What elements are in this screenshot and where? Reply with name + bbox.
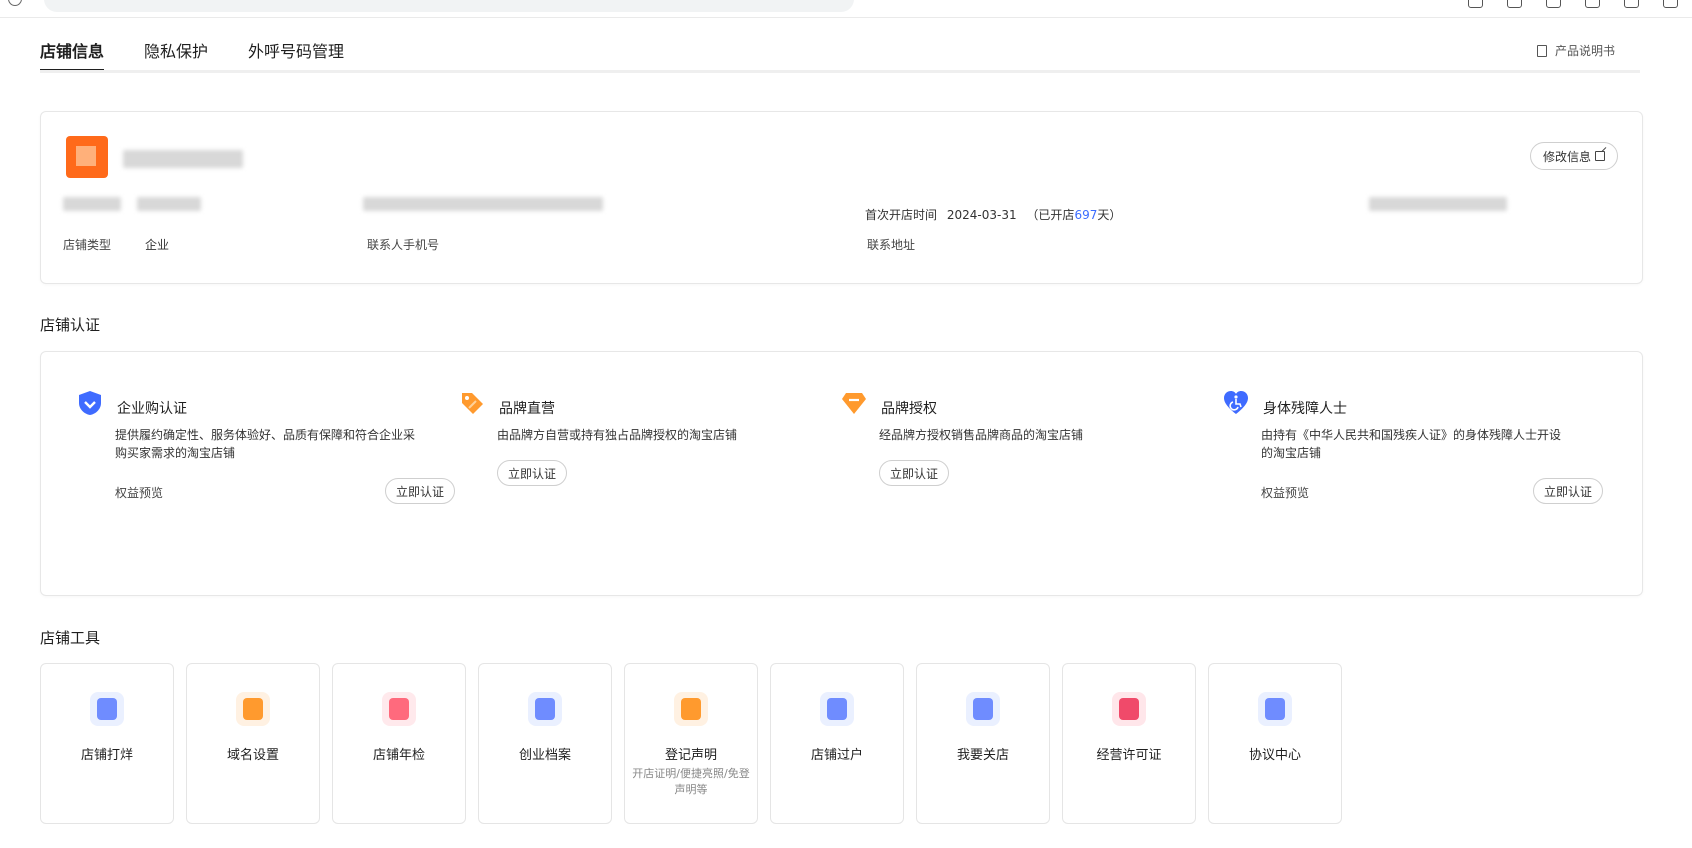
edit-info-label: 修改信息 — [1542, 149, 1591, 164]
shop-type-value: 企业 — [145, 238, 170, 252]
cert-desc: 提供履约确定性、服务体验好、品质有保障和符合企业采购买家需求的淘宝店铺 — [115, 428, 416, 460]
cert-title: 身体残障人士 — [1263, 401, 1347, 417]
tools-section-title: 店铺工具 — [40, 629, 101, 647]
tool-label: 店铺打烊 — [80, 748, 133, 763]
toolbar-icon-5[interactable] — [1624, 0, 1639, 8]
benefit-preview-link[interactable]: 权益预览 — [115, 484, 163, 501]
toolbar-icon-4[interactable] — [1585, 0, 1600, 8]
browser-top-bar — [0, 0, 1692, 18]
contact-phone-label: 联系人手机号 — [367, 238, 440, 252]
tool-store-transfer[interactable]: 店铺过户 — [770, 663, 904, 824]
tool-label: 协议中心 — [1248, 748, 1301, 763]
tab-underline — [40, 70, 1640, 73]
tool-label: 创业档案 — [518, 748, 571, 763]
browser-toolbar-icons — [1468, 0, 1678, 8]
license-folder-icon — [1112, 692, 1146, 726]
registration-icon — [674, 692, 708, 726]
tool-startup-archive[interactable]: 创业档案 — [478, 663, 612, 824]
blurred-value-2 — [137, 197, 201, 211]
tab-outbound-number[interactable]: 外呼号码管理 — [248, 38, 344, 72]
product-manual-label: 产品说明书 — [1555, 44, 1616, 58]
external-link-icon — [1595, 151, 1605, 161]
shop-info-card: 修改信息 首次开店时间 2024-03-31 （已开店697天） 店铺类型 企业… — [40, 111, 1643, 284]
tool-registration-statement[interactable]: 登记声明 开店证明/便捷亮照/免登声明等 — [624, 663, 758, 824]
open-time-label: 首次开店时间 — [865, 208, 938, 222]
product-manual-link[interactable]: 产品说明书 — [1537, 42, 1615, 59]
toolbar-icon-3[interactable] — [1546, 0, 1561, 8]
cert-desc: 经品牌方授权销售品牌商品的淘宝店铺 — [879, 428, 1084, 442]
open-days-count: 697 — [1074, 208, 1098, 222]
certify-button[interactable]: 立即认证 — [1533, 478, 1604, 504]
tool-store-close[interactable]: 店铺打烊 — [40, 663, 174, 824]
tool-business-license[interactable]: 经营许可证 — [1062, 663, 1196, 824]
certify-button[interactable]: 立即认证 — [879, 460, 950, 486]
tool-agreement-center[interactable]: 协议中心 — [1208, 663, 1342, 824]
tool-label: 登记声明 — [664, 748, 717, 763]
store-close-icon — [90, 692, 124, 726]
agreement-icon — [1258, 692, 1292, 726]
certification-card: 企业购认证 提供履约确定性、服务体验好、品质有保障和符合企业采购买家需求的淘宝店… — [40, 351, 1643, 596]
archive-icon — [528, 692, 562, 726]
shield-check-icon — [79, 391, 101, 415]
address-bar[interactable] — [44, 0, 854, 12]
tool-label: 店铺年检 — [372, 748, 425, 763]
tool-label: 域名设置 — [226, 748, 279, 763]
cert-title: 企业购认证 — [117, 401, 187, 417]
open-days-prefix: （已开店 — [1026, 208, 1075, 222]
open-time-line: 首次开店时间 2024-03-31 （已开店697天） — [865, 206, 1121, 223]
inspection-shield-icon — [382, 692, 416, 726]
certify-button[interactable]: 立即认证 — [385, 478, 456, 504]
diamond-icon — [842, 393, 866, 414]
tool-domain-settings[interactable]: 域名设置 — [186, 663, 320, 824]
shop-logo — [66, 136, 108, 178]
tag-icon — [462, 393, 483, 414]
certification-section-title: 店铺认证 — [40, 316, 101, 334]
cert-desc: 由品牌方自营或持有独占品牌授权的淘宝店铺 — [497, 428, 738, 442]
tool-close-shop[interactable]: 我要关店 — [916, 663, 1050, 824]
contact-address-label: 联系地址 — [867, 238, 916, 252]
tab-shop-info[interactable]: 店铺信息 — [40, 38, 105, 72]
cert-title: 品牌直营 — [499, 401, 555, 417]
shop-type-label: 店铺类型 — [63, 238, 112, 252]
edit-info-button[interactable]: 修改信息 — [1529, 142, 1618, 170]
blurred-address — [1369, 197, 1507, 211]
open-time-value: 2024-03-31 — [946, 208, 1017, 222]
toolbar-icon-6[interactable] — [1663, 0, 1678, 8]
blurred-phone — [363, 197, 603, 211]
refresh-icon[interactable] — [8, 0, 22, 6]
toolbar-icon-1[interactable] — [1468, 0, 1483, 8]
book-icon — [1537, 44, 1547, 57]
certify-button[interactable]: 立即认证 — [497, 460, 568, 486]
tool-label: 店铺过户 — [810, 748, 863, 763]
tool-label: 我要关店 — [956, 748, 1009, 763]
toolbar-icon-2[interactable] — [1507, 0, 1522, 8]
close-shop-icon — [966, 692, 1000, 726]
accessibility-heart-icon — [1224, 391, 1248, 414]
tab-privacy[interactable]: 隐私保护 — [144, 38, 208, 72]
blurred-value-1 — [63, 197, 121, 211]
cert-title: 品牌授权 — [881, 401, 937, 417]
tool-annual-inspection[interactable]: 店铺年检 — [332, 663, 466, 824]
benefit-preview-link[interactable]: 权益预览 — [1261, 484, 1309, 501]
shop-tools-grid: 店铺打烊 域名设置 店铺年检 创业档案 登记声明 开店证明/便捷亮照/免登声明等… — [40, 663, 1342, 824]
domain-icon — [236, 692, 270, 726]
open-days-suffix: 天） — [1097, 208, 1122, 222]
transfer-icon — [820, 692, 854, 726]
tool-sublabel: 开店证明/便捷亮照/免登声明等 — [632, 767, 750, 796]
tool-label: 经营许可证 — [1096, 748, 1162, 763]
shop-name-blurred — [123, 150, 243, 168]
tab-bar: 店铺信息 隐私保护 外呼号码管理 — [40, 38, 384, 72]
cert-desc: 由持有《中华人民共和国残疾人证》的身体残障人士开设的淘宝店铺 — [1261, 428, 1562, 460]
